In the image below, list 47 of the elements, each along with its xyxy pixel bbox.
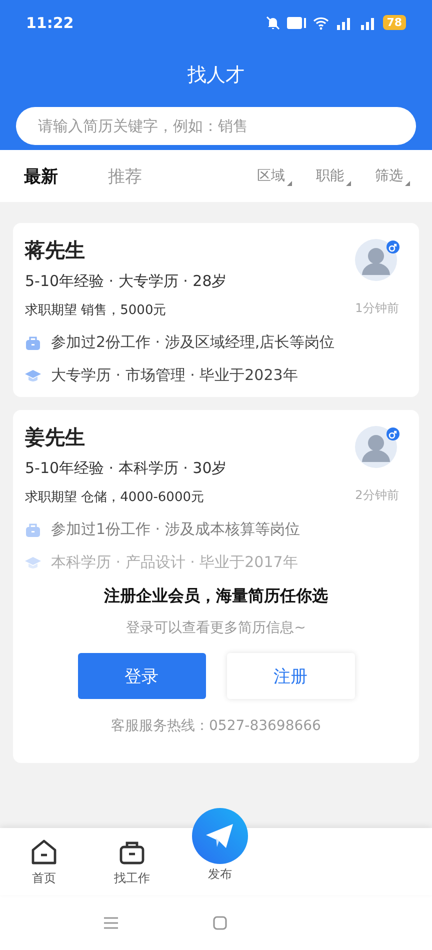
signal-icon: [334, 16, 353, 30]
candidate-name: 姜先生: [25, 424, 86, 451]
tab[interactable]: 最新: [24, 164, 58, 188]
home-square-icon[interactable]: [213, 916, 227, 930]
search-field[interactable]: 请输入简历关键字，例如：销售: [16, 107, 416, 145]
prompt-title: 注册企业会员，海量简历任你选: [104, 586, 328, 607]
job-expectation: 求职期望 销售，5000元: [25, 302, 168, 319]
education: 大专学历 · 市场管理 · 毕业于2023年: [51, 366, 298, 385]
resume-card[interactable]: 蒋先生 5-10年经验 · 大专学历 · 28岁 求职期望 销售，5000元 1分钟前 参加过2份工作 · 涉及区域经理,店长等岗位 大专学历 · 市场管理 · 毕业于2023年: [13, 223, 419, 397]
bell-muted-icon: [264, 14, 281, 30]
filter-dropdown[interactable]: 筛选: [375, 166, 420, 186]
battery-level: 78: [382, 15, 406, 30]
filter-dropdown[interactable]: 区域: [257, 166, 302, 186]
nav-item[interactable]: 发布: [176, 808, 264, 895]
posted-time: 2分钟前: [355, 487, 399, 504]
prompt-subtitle: 登录可以查看更多简历信息~: [126, 619, 306, 637]
avatar-icon: [354, 236, 400, 282]
avatar-icon: [354, 423, 400, 469]
candidate-name: 蒋先生: [25, 237, 86, 264]
filter-dropdown[interactable]: 职能: [316, 166, 361, 186]
resume-card[interactable]: 姜先生 5-10年经验 · 本科学历 · 30岁 求职期望 仓储，4000-6000元 2分钟前 参加过1份工作 · 涉及成本核算等岗位 本科学历 · 产品设计 · 毕业于2017年 注册企业会员，海量简历任你选 登录可以查看更多简历信息~ 登录 注册 客服服务热线：0527-83698666: [13, 410, 419, 763]
paper-plane-icon[interactable]: [192, 808, 248, 864]
status-time: 11:22: [26, 14, 74, 32]
graduation-cap-icon: [25, 554, 41, 570]
graduation-cap-icon: [25, 368, 41, 384]
candidate-summary: 5-10年经验 · 大专学历 · 28岁: [25, 272, 228, 291]
briefcase-icon: [25, 334, 41, 350]
nav-item[interactable]: 找工作: [88, 828, 176, 895]
work-experience: 参加过1份工作 · 涉及成本核算等岗位: [51, 520, 300, 539]
signal-icon: [358, 16, 377, 30]
menu-icon[interactable]: [103, 916, 119, 930]
caret-icon: [405, 180, 410, 186]
caret-icon: [346, 180, 351, 186]
hotline-text: 客服服务热线：0527-83698666: [111, 717, 321, 735]
caret-icon: [287, 180, 292, 186]
work-experience: 参加过2份工作 · 涉及区域经理,店长等岗位: [51, 333, 335, 352]
register-button[interactable]: 注册: [226, 653, 354, 699]
briefcase-icon: [25, 522, 41, 538]
home-icon: [30, 838, 58, 866]
wifi-icon: [312, 16, 329, 30]
job-expectation: 求职期望 仓储，4000-6000元: [25, 489, 205, 506]
page-title: 找人才: [188, 63, 244, 88]
nav-item[interactable]: 首页: [0, 828, 88, 895]
candidate-summary: 5-10年经验 · 本科学历 · 30岁: [25, 459, 228, 478]
login-button[interactable]: 登录: [78, 653, 206, 699]
education: 本科学历 · 产品设计 · 毕业于2017年: [51, 553, 298, 572]
posted-time: 1分钟前: [355, 300, 399, 317]
